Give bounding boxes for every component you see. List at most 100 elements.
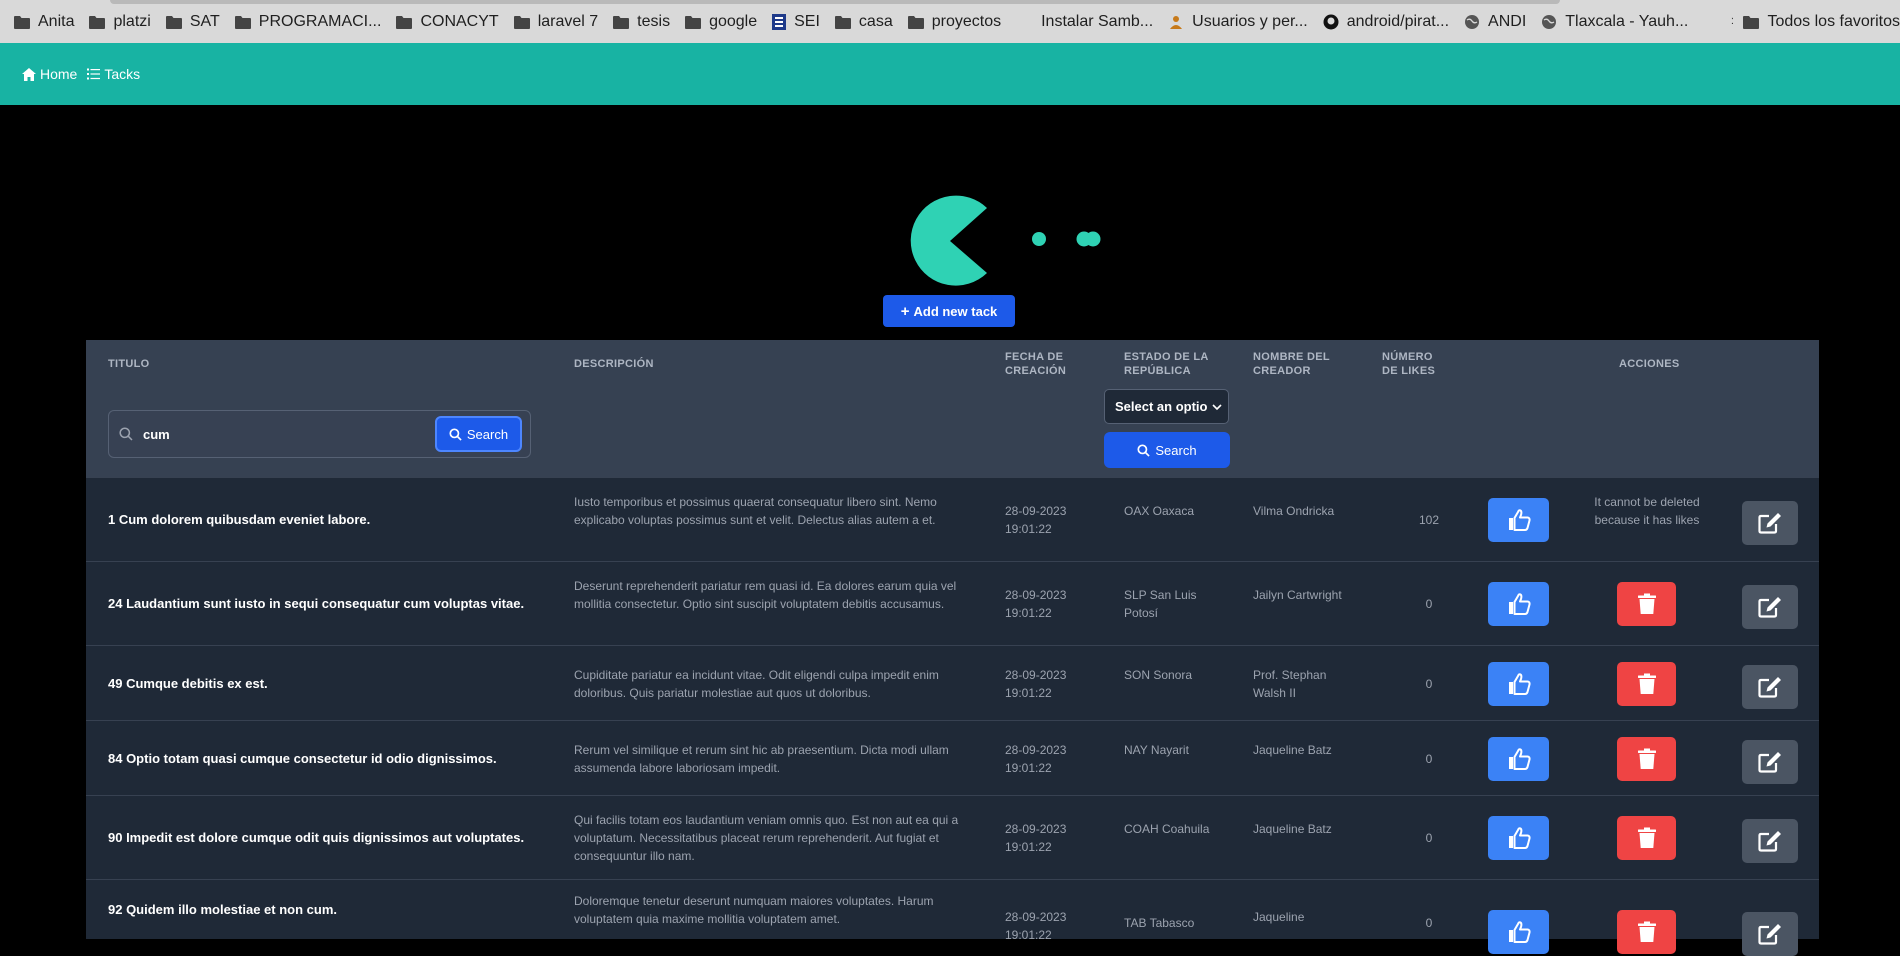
add-new-tack-label: Add new tack [913, 303, 998, 319]
bookmark-item[interactable]: ANDI [1464, 13, 1526, 31]
row-date-day: 28-09-2023 [1005, 504, 1067, 518]
row-state: OAX Oaxaca [1124, 504, 1195, 518]
row-state: TAB Tabasco [1124, 916, 1195, 930]
bookmark-item[interactable]: laravel 7 [513, 13, 598, 31]
bookmark-item[interactable]: Anita [14, 13, 74, 31]
row-date-time: 19:01:22 [1005, 685, 1052, 700]
edit-button[interactable] [1742, 819, 1798, 863]
edit-button[interactable] [1742, 585, 1798, 629]
folder-icon [89, 15, 106, 29]
hero-section: + Add new tack [0, 105, 1900, 340]
edit-icon [1758, 676, 1782, 698]
all-bookmarks-label: Todos los favoritos [1767, 12, 1900, 30]
bookmark-label: android/pirat... [1346, 12, 1450, 30]
header-likes-line2: DE LIKES [1382, 365, 1436, 377]
nav-home-link[interactable]: Home [22, 66, 77, 82]
like-button[interactable] [1488, 498, 1549, 542]
bookmark-item[interactable]: platzi [89, 13, 151, 31]
tab-strip-edge [110, 0, 1560, 4]
like-button[interactable] [1488, 582, 1549, 626]
bookmark-item[interactable]: SAT [165, 12, 220, 31]
state-select-value: Select an optio [1115, 399, 1208, 414]
row-title: 49 Cumque debitis ex est. [108, 675, 268, 691]
delete-button[interactable] [1617, 582, 1676, 626]
header-likes: NÚMERO DE LIKES [1382, 350, 1435, 378]
like-button[interactable] [1488, 816, 1549, 860]
header-nombre: NOMBRE DEL CREADOR [1253, 350, 1330, 378]
nav-tacks-link[interactable]: Tacks [87, 66, 140, 82]
folder-icon [14, 15, 30, 29]
like-button[interactable] [1488, 736, 1549, 781]
row-date-time: 19:01:22 [1005, 928, 1052, 942]
title-search-input[interactable]: cum [143, 427, 435, 442]
row-creator: Prof. Stephan Walsh II [1253, 667, 1327, 700]
header-estado-line2: REPÚBLICA [1124, 365, 1191, 377]
add-new-tack-button[interactable]: + Add new tack [883, 295, 1015, 327]
bookmark-item[interactable]: tesis [613, 13, 670, 31]
thumbs-up-icon [1507, 509, 1531, 531]
bookmark-label: SAT [189, 12, 220, 30]
bookmark-item[interactable]: Instalar Samb... [1041, 13, 1153, 31]
title-search-button[interactable]: Search [435, 416, 522, 452]
like-button[interactable] [1488, 661, 1549, 706]
bookmark-all-bookmarks[interactable]: Todos los favoritos [1733, 0, 1900, 43]
header-fecha-line1: FECHA DE [1005, 351, 1064, 363]
delete-button[interactable] [1617, 816, 1676, 860]
edit-button[interactable] [1742, 664, 1798, 709]
edit-icon [1758, 512, 1782, 534]
row-title: 84 Optio totam quasi cumque consectetur … [108, 750, 497, 766]
row-likes: 0 [1425, 597, 1433, 611]
row-date-day: 28-09-2023 [1005, 667, 1067, 682]
table-row: 49 Cumque debitis ex est. Cupiditate pari… [86, 645, 1819, 720]
row-title: 1 Cum dolorem quibusdam eveniet labore. [108, 512, 371, 527]
bookmark-item[interactable]: android/pirat... [1323, 13, 1449, 31]
thumbs-up-icon [1507, 921, 1531, 943]
delete-button[interactable] [1617, 736, 1676, 781]
state-select[interactable]: Select an optio [1104, 389, 1229, 424]
delete-button[interactable] [1617, 661, 1676, 706]
bookmark-item[interactable]: proyectos [907, 12, 1002, 31]
bookmark-item[interactable]: Tlaxcala - Yauh... [1541, 13, 1688, 31]
bookmark-item[interactable]: PROGRAMACI... [234, 12, 382, 31]
like-button[interactable] [1488, 910, 1549, 954]
folder-icon [907, 15, 924, 29]
bookmark-item[interactable]: google [685, 13, 757, 31]
globe-icon [1541, 14, 1557, 30]
row-description: Cupiditate pariatur ea incidunt vitae. O… [574, 667, 939, 700]
folder-icon [396, 15, 413, 29]
search-icon [1137, 443, 1151, 457]
edit-button[interactable] [1742, 501, 1798, 545]
header-fecha-line2: CREACIÓN [1005, 365, 1067, 377]
row-date-day: 28-09-2023 [1005, 742, 1067, 757]
edit-button[interactable] [1742, 912, 1798, 956]
state-search-button[interactable]: Search [1104, 432, 1230, 468]
bookmark-item[interactable]: casa [834, 13, 893, 31]
row-date: 28-09-2023 19:01:22 [1005, 586, 1066, 622]
state-search-button-label: Search [1155, 442, 1197, 458]
header-descripcion: DESCRIPCIÓN [574, 358, 654, 370]
header-acciones: ACCIONES [1619, 358, 1680, 370]
delete-button[interactable] [1617, 910, 1676, 954]
row-date-time: 19:01:22 [1005, 760, 1052, 775]
row-date-time: 19:01:22 [1005, 522, 1052, 536]
header-estado-line1: ESTADO DE LA [1124, 351, 1209, 363]
bookmark-label: proyectos [931, 12, 1002, 30]
table-row: 1 Cum dolorem quibusdam eveniet labore. I… [86, 477, 1819, 561]
app-navbar: Home Tacks [0, 43, 1900, 105]
thumbs-up-icon [1507, 593, 1531, 615]
header-nombre-line1: NOMBRE DEL [1253, 351, 1330, 363]
trash-icon [1637, 921, 1657, 943]
row-title: 24 Laudantium sunt iusto in sequi conseq… [108, 596, 525, 611]
bookmark-item[interactable]: Usuarios y per... [1168, 13, 1308, 31]
bookmark-label: PROGRAMACI... [258, 12, 382, 30]
bookmark-label: tesis [637, 12, 671, 30]
nav-tacks-label: Tacks [104, 66, 141, 82]
cannot-delete-note: It cannot be deleted because it has like… [1594, 495, 1700, 527]
row-date: 28-09-2023 19:01:22 [1005, 741, 1066, 777]
bookmark-item[interactable]: CONACYT [396, 13, 499, 31]
list-icon [87, 68, 101, 80]
bookmark-item[interactable]: SEI [772, 13, 820, 31]
header-fecha: FECHA DE CREACIÓN [1005, 350, 1066, 378]
edit-button[interactable] [1742, 739, 1798, 784]
table-body: 1 Cum dolorem quibusdam eveniet labore. I… [86, 477, 1819, 956]
